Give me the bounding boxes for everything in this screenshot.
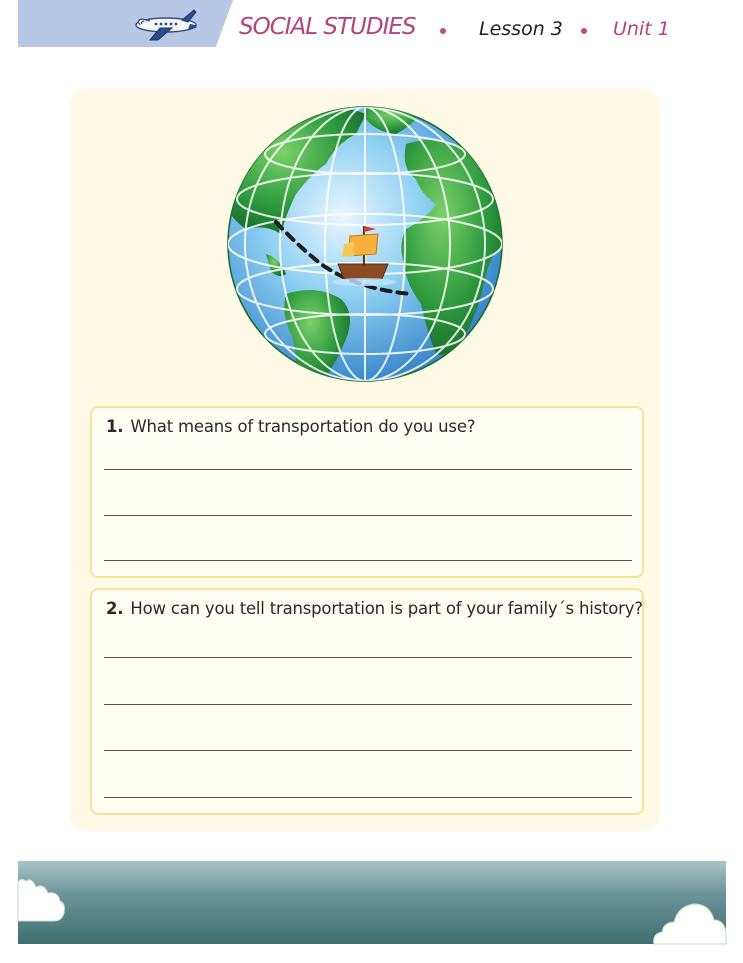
question-box-2: 2. How can you tell transportation is pa… xyxy=(90,588,644,815)
airplane-icon xyxy=(135,9,197,41)
globe-illustration xyxy=(227,106,503,382)
lesson-label: Lesson 3 xyxy=(479,18,563,40)
answer-line[interactable] xyxy=(104,515,632,516)
subject-title: SOCIAL STUDIES xyxy=(239,14,417,40)
answer-line[interactable] xyxy=(104,797,632,798)
answer-line[interactable] xyxy=(104,704,632,705)
unit-label: Unit 1 xyxy=(613,18,670,40)
question-number: 2. xyxy=(106,599,124,618)
question-text: What means of transportation do you use? xyxy=(130,417,476,436)
question-number: 1. xyxy=(106,417,124,436)
question-2-text: 2. How can you tell transportation is pa… xyxy=(106,599,643,618)
answer-line[interactable] xyxy=(104,469,632,470)
cloud-icon xyxy=(17,878,65,922)
answer-line[interactable] xyxy=(104,657,632,658)
question-text: How can you tell transportation is part … xyxy=(130,599,643,618)
cloud-icon xyxy=(653,903,727,945)
separator-dot xyxy=(440,28,446,34)
question-1-text: 1. What means of transportation do you u… xyxy=(106,417,476,436)
answer-line[interactable] xyxy=(104,750,632,751)
separator-dot xyxy=(581,28,587,34)
footer-band xyxy=(18,861,726,944)
question-box-1: 1. What means of transportation do you u… xyxy=(90,406,644,578)
answer-line[interactable] xyxy=(104,560,632,561)
